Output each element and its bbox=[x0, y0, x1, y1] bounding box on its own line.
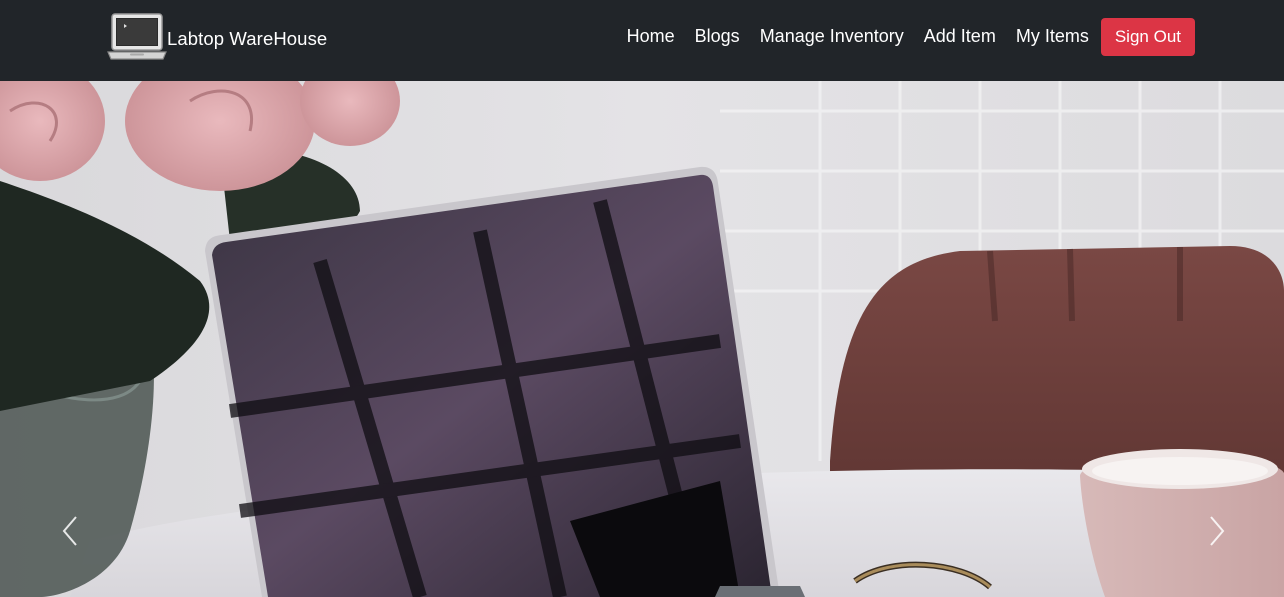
sign-out-button[interactable]: Sign Out bbox=[1100, 18, 1195, 56]
laptop-icon bbox=[107, 13, 167, 60]
chevron-right-icon bbox=[1210, 516, 1225, 546]
carousel-next-button[interactable] bbox=[1197, 501, 1237, 561]
hero-photo bbox=[0, 81, 1284, 597]
carousel-prev-button[interactable] bbox=[50, 501, 90, 561]
brand-name: Labtop WareHouse bbox=[167, 28, 328, 49]
nav-links: Home Blogs Manage Inventory Add Item My … bbox=[617, 0, 1195, 72]
brand-link[interactable]: Labtop WareHouse bbox=[106, 12, 327, 64]
nav-add-item[interactable]: Add Item bbox=[914, 26, 1006, 47]
nav-my-items[interactable]: My Items bbox=[1006, 26, 1099, 47]
top-navbar: Labtop WareHouse Home Blogs Manage Inven… bbox=[0, 0, 1284, 81]
hero-carousel bbox=[0, 81, 1284, 597]
chevron-left-icon bbox=[62, 516, 77, 546]
nav-blogs[interactable]: Blogs bbox=[685, 26, 750, 47]
nav-manage-inventory[interactable]: Manage Inventory bbox=[750, 26, 914, 47]
nav-home[interactable]: Home bbox=[617, 26, 685, 47]
